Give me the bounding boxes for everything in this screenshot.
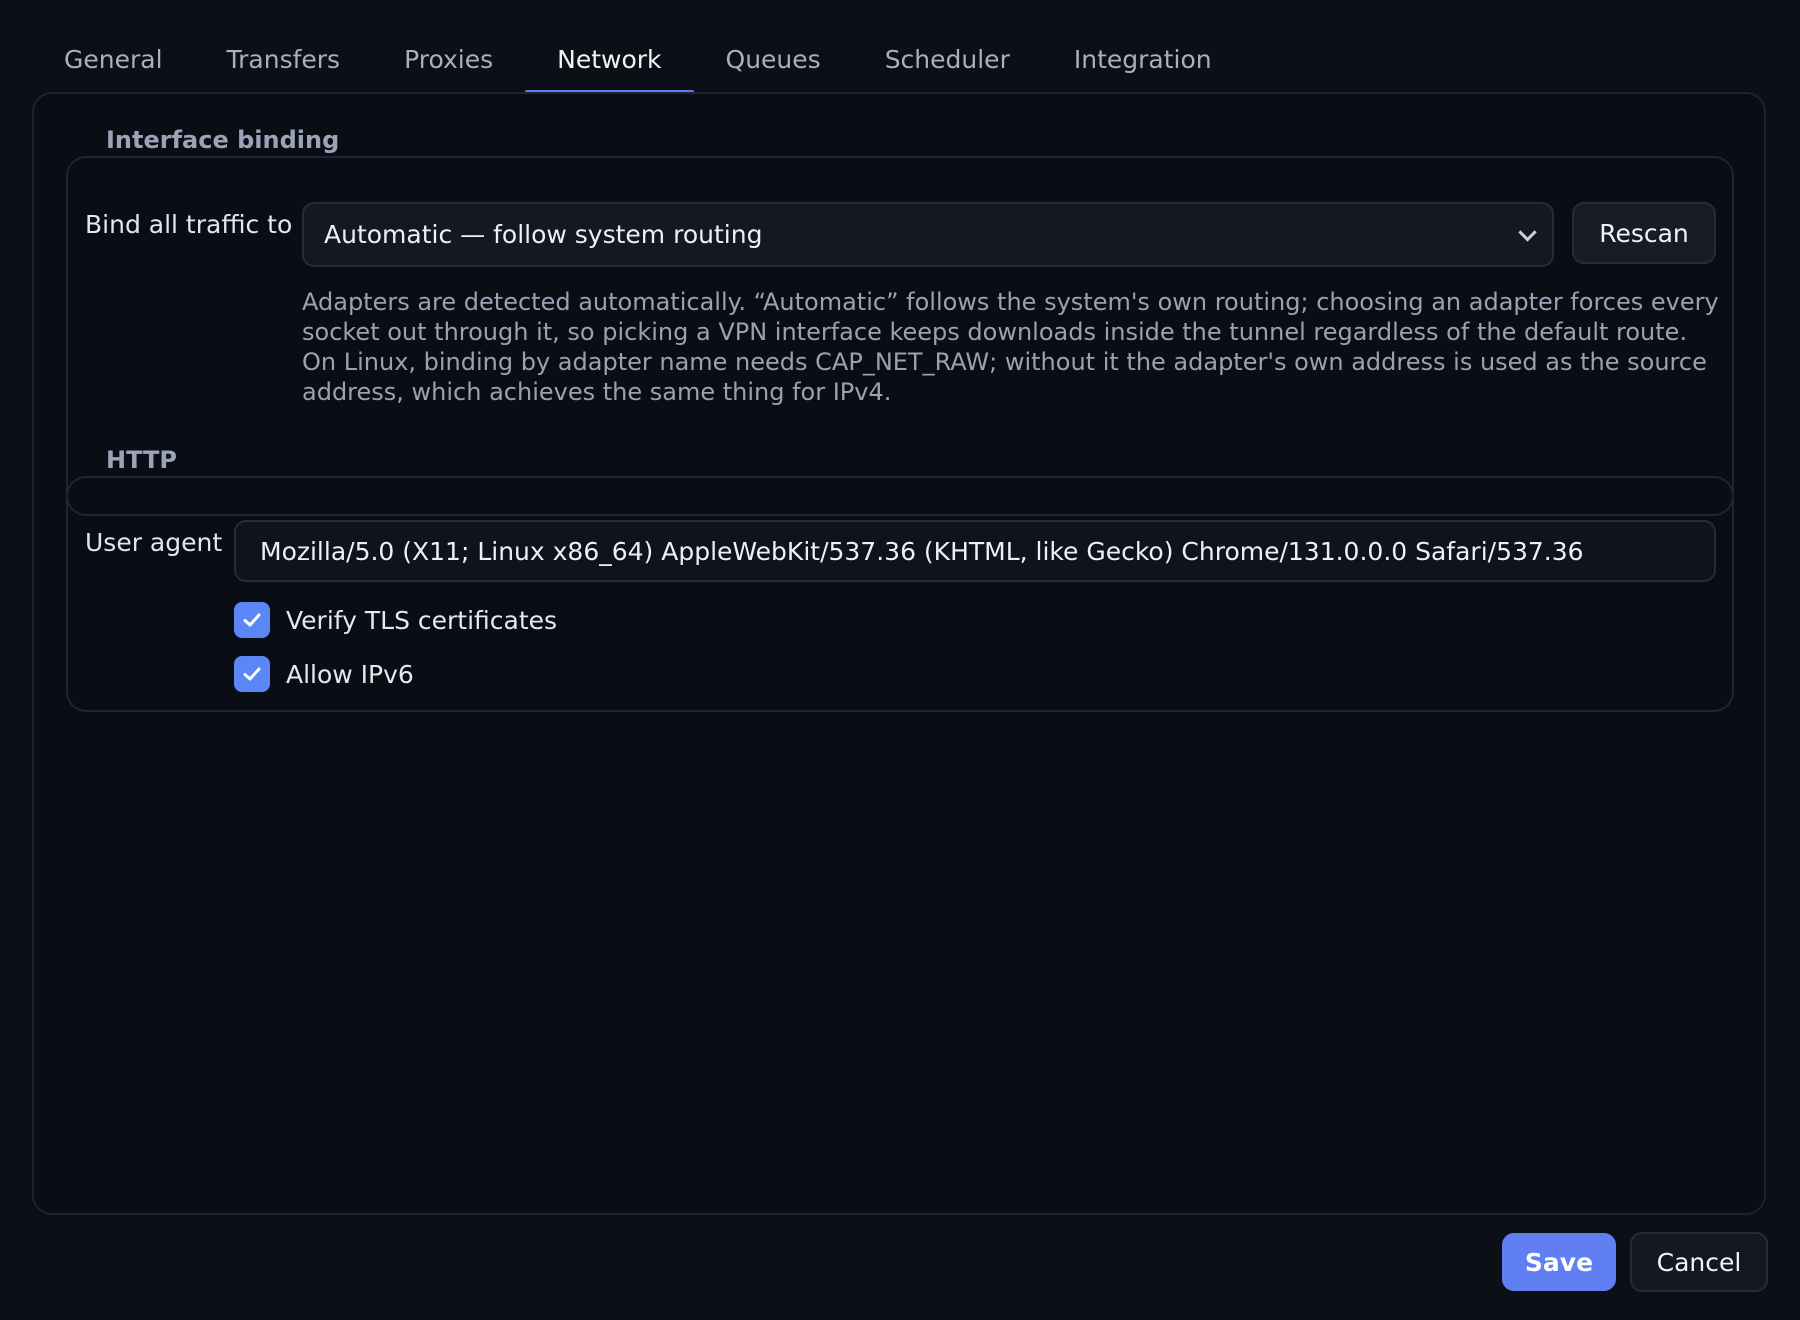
bind-traffic-label: Bind all traffic to xyxy=(85,210,293,239)
checkmark-icon xyxy=(243,667,261,681)
user-agent-value: Mozilla/5.0 (X11; Linux x86_64) AppleWeb… xyxy=(260,536,1584,566)
tab-network[interactable]: Network xyxy=(525,26,694,94)
interface-binding-group: Bind all traffic to Automatic — follow s… xyxy=(66,156,1734,516)
checkmark-icon xyxy=(243,613,261,627)
tab-bar: General Transfers Proxies Network Queues… xyxy=(32,26,1244,94)
tab-integration[interactable]: Integration xyxy=(1042,26,1244,94)
allow-ipv6-label: Allow IPv6 xyxy=(286,659,414,689)
allow-ipv6-checkbox-row[interactable]: Allow IPv6 xyxy=(234,656,414,692)
cancel-button[interactable]: Cancel xyxy=(1630,1232,1768,1292)
user-agent-label: User agent xyxy=(85,528,223,557)
tab-scheduler[interactable]: Scheduler xyxy=(853,26,1042,94)
allow-ipv6-checkbox[interactable] xyxy=(234,656,270,692)
tab-general[interactable]: General xyxy=(32,26,195,94)
adapter-select[interactable]: Automatic — follow system routing xyxy=(302,202,1554,267)
tab-transfers[interactable]: Transfers xyxy=(195,26,373,94)
verify-tls-checkbox[interactable] xyxy=(234,602,270,638)
http-legend: HTTP xyxy=(106,446,177,474)
verify-tls-label: Verify TLS certificates xyxy=(286,605,558,635)
settings-panel: Interface binding Bind all traffic to Au… xyxy=(32,92,1766,1215)
http-group: User agent Mozilla/5.0 (X11; Linux x86_6… xyxy=(66,476,1734,712)
tab-proxies[interactable]: Proxies xyxy=(372,26,525,94)
rescan-button[interactable]: Rescan xyxy=(1572,202,1716,264)
chevron-down-icon xyxy=(1518,222,1537,242)
adapter-select-value: Automatic — follow system routing xyxy=(324,220,763,249)
tab-queues[interactable]: Queues xyxy=(694,26,853,94)
verify-tls-checkbox-row[interactable]: Verify TLS certificates xyxy=(234,602,557,638)
save-button[interactable]: Save xyxy=(1502,1233,1616,1291)
interface-binding-help-text: Adapters are detected automatically. “Au… xyxy=(302,288,1719,406)
interface-binding-legend: Interface binding xyxy=(106,126,340,154)
user-agent-input[interactable]: Mozilla/5.0 (X11; Linux x86_64) AppleWeb… xyxy=(234,520,1716,582)
